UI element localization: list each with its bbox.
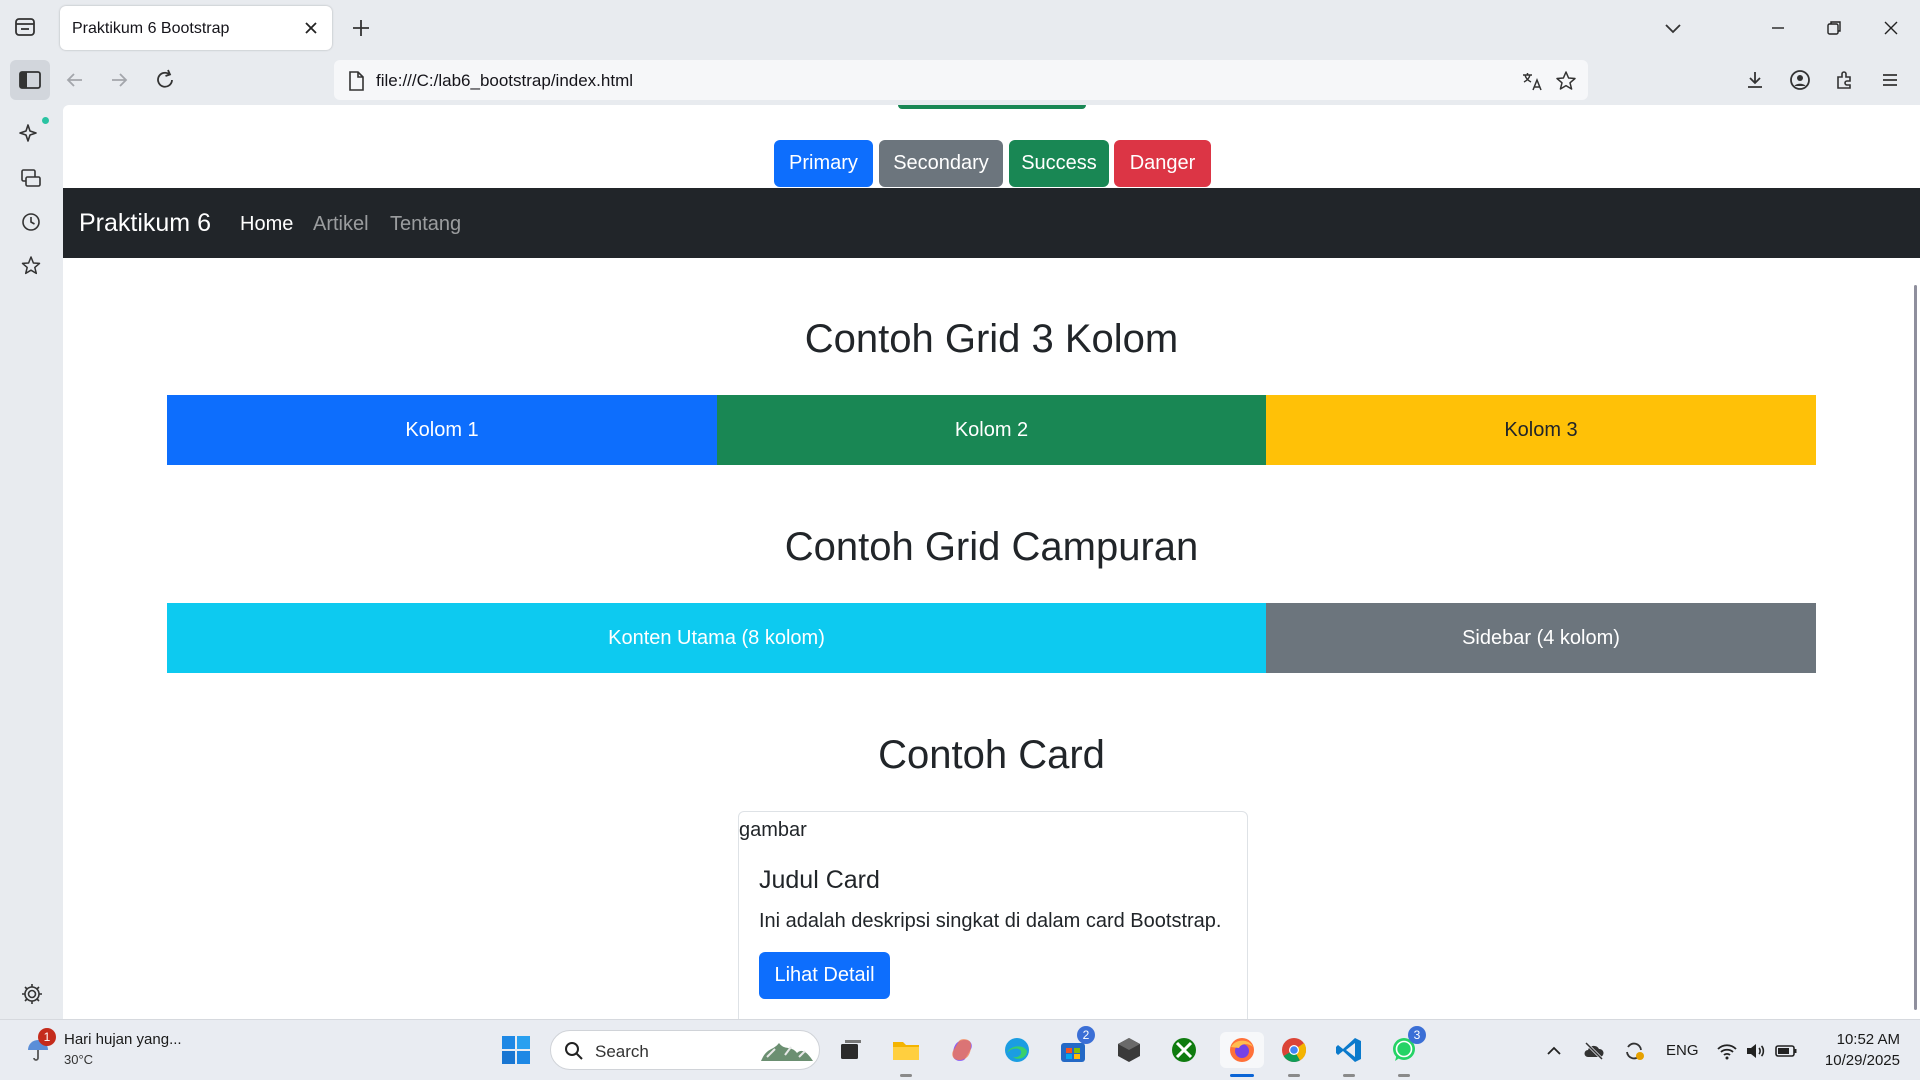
firefox-icon[interactable] bbox=[1220, 1032, 1264, 1077]
bootstrap-card: gambar Judul Card Ini adalah deskripsi s… bbox=[738, 811, 1248, 1019]
page-viewport: Primary Secondary Success Danger Praktik… bbox=[63, 105, 1920, 1019]
vscode-icon[interactable] bbox=[1331, 1032, 1367, 1077]
downloads-icon[interactable] bbox=[1740, 65, 1770, 95]
weather-badge: 1 bbox=[38, 1028, 56, 1046]
file-explorer-icon[interactable] bbox=[888, 1032, 924, 1077]
card-title: Judul Card bbox=[759, 866, 880, 894]
secondary-button[interactable]: Secondary bbox=[879, 140, 1003, 187]
browser-tab-active[interactable]: Praktikum 6 Bootstrap bbox=[60, 6, 332, 50]
menu-icon[interactable] bbox=[1875, 65, 1905, 95]
nav-link-tentang[interactable]: Tentang bbox=[390, 213, 461, 236]
running-indicator bbox=[1288, 1074, 1300, 1077]
browser-sidebar bbox=[0, 105, 63, 1019]
clock-time[interactable]: 10:52 AM bbox=[1820, 1031, 1900, 1048]
account-icon[interactable] bbox=[1785, 65, 1815, 95]
edge-browser-icon[interactable] bbox=[999, 1032, 1035, 1068]
nav-link-artikel[interactable]: Artikel bbox=[313, 213, 369, 236]
tab-strip: Praktikum 6 Bootstrap bbox=[0, 0, 1920, 55]
url-text[interactable]: file:///C:/lab6_bootstrap/index.html bbox=[376, 71, 633, 91]
language-indicator[interactable]: ENG bbox=[1666, 1042, 1699, 1059]
battery-icon[interactable] bbox=[1774, 1039, 1798, 1063]
site-navbar: Praktikum 6 Home Artikel Tentang bbox=[63, 188, 1920, 258]
volume-icon[interactable] bbox=[1743, 1039, 1767, 1063]
browser-toolbar: file:///C:/lab6_bootstrap/index.html bbox=[0, 55, 1920, 105]
grid-sidebar: Sidebar (4 kolom) bbox=[1266, 603, 1816, 673]
card-image-alt: gambar bbox=[739, 819, 807, 841]
navbar-brand[interactable]: Praktikum 6 bbox=[79, 209, 211, 238]
clock-date[interactable]: 10/29/2025 bbox=[1806, 1052, 1900, 1069]
tab-title: Praktikum 6 Bootstrap bbox=[72, 20, 230, 37]
minimize-icon[interactable] bbox=[1764, 14, 1792, 42]
translate-icon[interactable] bbox=[1520, 69, 1544, 93]
bookmark-star-icon[interactable] bbox=[1554, 69, 1578, 93]
whatsapp-icon[interactable]: 3 bbox=[1386, 1026, 1426, 1077]
grid-column-3: Kolom 3 bbox=[1266, 395, 1816, 465]
card-text: Ini adalah deskripsi singkat di dalam ca… bbox=[759, 910, 1222, 932]
forward-arrow-icon[interactable] bbox=[104, 65, 134, 95]
windows-taskbar: 1 Hari hujan yang... 30°C Search 2 3 ENG… bbox=[0, 1019, 1920, 1080]
grid-main-content: Konten Utama (8 kolom) bbox=[167, 603, 1266, 673]
nav-link-home[interactable]: Home bbox=[240, 213, 293, 236]
notification-dot bbox=[42, 117, 49, 124]
file-icon bbox=[344, 69, 368, 93]
primary-button[interactable]: Primary bbox=[774, 140, 873, 187]
weather-temperature: 30°C bbox=[64, 1052, 94, 1067]
weather-text: Hari hujan yang... bbox=[64, 1031, 182, 1048]
sidebar-toggle-icon[interactable] bbox=[10, 60, 50, 100]
success-button[interactable]: Success bbox=[1009, 140, 1109, 187]
taskbar-search[interactable]: Search bbox=[550, 1030, 820, 1070]
sync-icon[interactable] bbox=[1622, 1039, 1646, 1063]
whatsapp-badge: 3 bbox=[1408, 1026, 1426, 1044]
synced-tabs-icon[interactable] bbox=[17, 164, 45, 192]
running-indicator bbox=[1343, 1074, 1355, 1077]
running-indicator bbox=[900, 1074, 912, 1077]
store-badge: 2 bbox=[1077, 1026, 1095, 1044]
view-detail-button[interactable]: Lihat Detail bbox=[759, 952, 890, 999]
new-tab-icon[interactable] bbox=[348, 15, 374, 41]
success-button-partial bbox=[898, 105, 1086, 109]
close-tab-icon[interactable] bbox=[300, 17, 322, 39]
back-arrow-icon[interactable] bbox=[60, 65, 90, 95]
restore-icon[interactable] bbox=[1820, 14, 1848, 42]
danger-button[interactable]: Danger bbox=[1114, 140, 1211, 187]
settings-gear-icon[interactable] bbox=[18, 980, 46, 1008]
xbox-icon[interactable] bbox=[1166, 1032, 1202, 1068]
history-clock-icon[interactable] bbox=[17, 208, 45, 236]
close-window-icon[interactable] bbox=[1877, 14, 1905, 42]
chrome-icon[interactable] bbox=[1276, 1032, 1312, 1077]
reload-icon[interactable] bbox=[150, 65, 180, 95]
search-icon bbox=[563, 1040, 585, 1062]
chevron-up-icon[interactable] bbox=[1542, 1039, 1566, 1063]
microsoft-store-icon[interactable]: 2 bbox=[1055, 1026, 1095, 1068]
running-indicator bbox=[1398, 1074, 1410, 1077]
copilot-icon[interactable] bbox=[944, 1032, 980, 1068]
grid3-title: Contoh Grid 3 Kolom bbox=[804, 317, 1179, 361]
extensions-icon[interactable] bbox=[1830, 65, 1860, 95]
grid-column-2: Kolom 2 bbox=[717, 395, 1266, 465]
chevron-down-icon[interactable] bbox=[1660, 15, 1686, 41]
search-label: Search bbox=[595, 1042, 649, 1061]
grid-column-1: Kolom 1 bbox=[167, 395, 717, 465]
url-bar[interactable]: file:///C:/lab6_bootstrap/index.html bbox=[334, 60, 1588, 100]
search-highlight-icon bbox=[757, 1037, 815, 1065]
task-view-icon[interactable] bbox=[833, 1032, 869, 1068]
wifi-icon[interactable] bbox=[1715, 1039, 1739, 1063]
windows-start-icon[interactable] bbox=[498, 1032, 534, 1068]
cloud-off-icon[interactable] bbox=[1582, 1039, 1606, 1063]
card-section-title: Contoh Card bbox=[878, 733, 1105, 777]
ai-sparkle-icon[interactable] bbox=[17, 117, 49, 147]
unity-hub-icon[interactable] bbox=[1111, 1032, 1147, 1068]
bookmarks-star-icon[interactable] bbox=[17, 252, 45, 280]
grid-mixed-title: Contoh Grid Campuran bbox=[784, 525, 1199, 569]
running-indicator-active bbox=[1230, 1074, 1254, 1077]
page-scrollbar[interactable] bbox=[1914, 285, 1917, 1010]
tab-list-icon[interactable] bbox=[12, 14, 38, 40]
